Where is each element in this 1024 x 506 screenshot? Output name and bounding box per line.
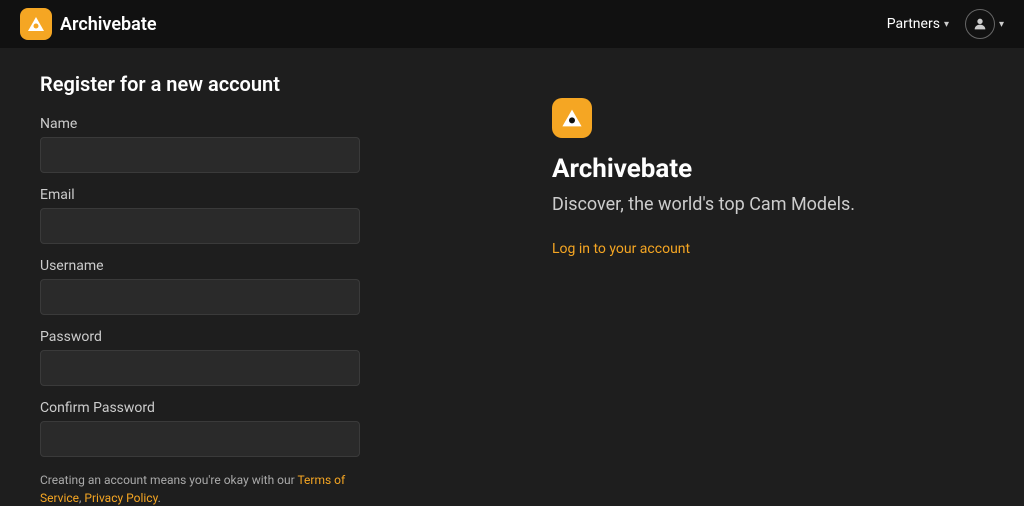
partners-label: Partners [887, 16, 940, 32]
user-menu[interactable]: ▾ [965, 9, 1004, 39]
email-input[interactable] [40, 208, 360, 244]
username-label: Username [40, 258, 462, 274]
navbar-right: Partners ▾ ▾ [887, 9, 1004, 39]
email-field-group: Email [40, 187, 462, 244]
user-avatar-icon [965, 9, 995, 39]
partners-chevron-icon: ▾ [944, 19, 949, 30]
login-link[interactable]: Log in to your account [552, 241, 974, 257]
promo-logo-icon [552, 98, 592, 138]
brand-name: Archivebate [60, 14, 157, 35]
promo-title: Archivebate [552, 154, 974, 184]
promo-panel: Archivebate Discover, the world's top Ca… [502, 48, 1024, 506]
name-input[interactable] [40, 137, 360, 173]
confirm-password-input[interactable] [40, 421, 360, 457]
password-label: Password [40, 329, 462, 345]
name-label: Name [40, 116, 462, 132]
terms-period: . [158, 491, 161, 505]
username-input[interactable] [40, 279, 360, 315]
main-content: Register for a new account Name Email Us… [0, 48, 1024, 506]
form-title: Register for a new account [40, 72, 462, 96]
promo-subtitle: Discover, the world's top Cam Models. [552, 192, 974, 217]
privacy-policy-link[interactable]: Privacy Policy [84, 491, 157, 505]
terms-text: Creating an account means you're okay wi… [40, 471, 360, 506]
name-field-group: Name [40, 116, 462, 173]
password-input[interactable] [40, 350, 360, 386]
navbar: Archivebate Partners ▾ ▾ [0, 0, 1024, 48]
email-label: Email [40, 187, 462, 203]
password-field-group: Password [40, 329, 462, 386]
register-form-panel: Register for a new account Name Email Us… [0, 48, 502, 506]
brand-logo-icon [20, 8, 52, 40]
confirm-password-field-group: Confirm Password [40, 400, 462, 457]
confirm-password-label: Confirm Password [40, 400, 462, 416]
username-field-group: Username [40, 258, 462, 315]
terms-text-prefix: Creating an account means you're okay wi… [40, 473, 297, 487]
user-chevron-icon: ▾ [999, 19, 1004, 30]
partners-menu[interactable]: Partners ▾ [887, 16, 949, 32]
brand[interactable]: Archivebate [20, 8, 157, 40]
